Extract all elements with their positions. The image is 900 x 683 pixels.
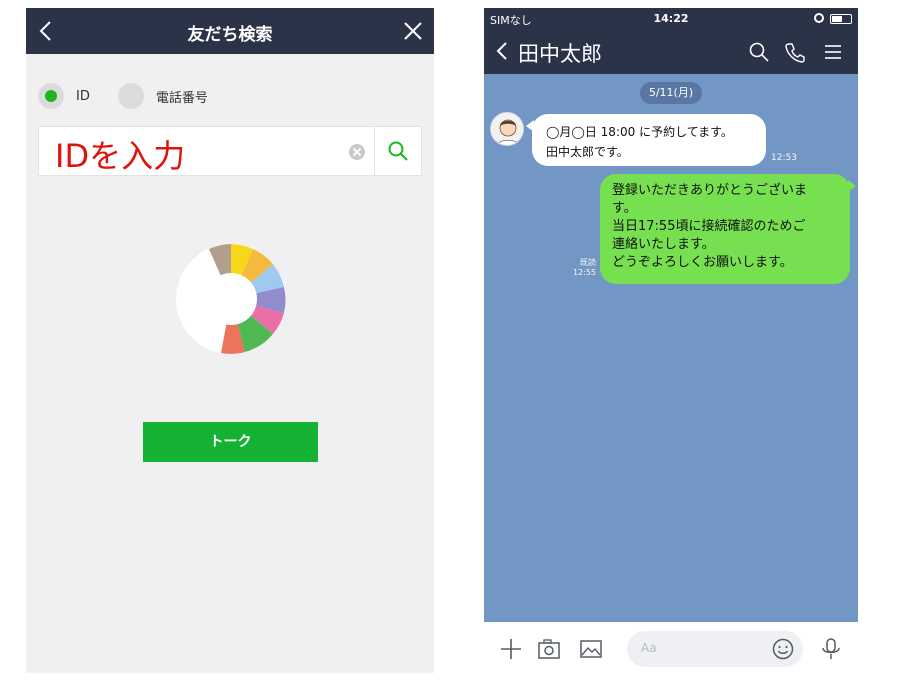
rotation-lock-icon [814, 13, 824, 23]
image-icon[interactable] [578, 636, 604, 662]
close-icon[interactable] [400, 18, 426, 44]
outgoing-line: 当日17:55頃に接続確認のためご [612, 219, 806, 234]
incoming-line-1: ◯月◯日 18:00 に予約してます。 [546, 125, 733, 139]
search-icon[interactable] [748, 41, 770, 63]
search-type-selector: ID 電話番号 [38, 82, 208, 110]
message-placeholder: Aa [641, 641, 657, 655]
id-search-field[interactable]: IDを入力 [38, 126, 422, 176]
clock: 14:22 [653, 12, 689, 25]
outgoing-line: どうぞよろしくお願いします。 [612, 255, 793, 270]
outgoing-line: 連絡いたします。 [612, 237, 715, 252]
chat-header: 田中太郎 [484, 30, 858, 74]
outgoing-line: す。 [612, 201, 637, 216]
option-phone-label: 電話番号 [155, 90, 208, 106]
page-title: 友だち検索 [187, 25, 273, 45]
menu-icon[interactable] [822, 41, 844, 63]
incoming-message[interactable]: ◯月◯日 18:00 に予約してます。 田中太郎です。 [526, 114, 766, 166]
back-chevron-icon[interactable] [490, 38, 516, 64]
outgoing-meta: 既読 12:55 [566, 258, 596, 278]
incoming-timestamp: 12:53 [771, 153, 797, 163]
status-bar: SIMなし 14:22 [484, 8, 858, 30]
message-input[interactable]: Aa [627, 631, 803, 667]
clear-icon[interactable] [349, 144, 365, 160]
message-composer: Aa [484, 622, 858, 678]
friend-search-screen: 友だち検索 ID 電話番号 IDを入力 トーク [26, 8, 434, 673]
nav-bar: 友だち検索 [26, 8, 434, 54]
emoji-icon[interactable] [771, 637, 795, 661]
date-divider: 5/11(月) [640, 82, 702, 104]
incoming-line-2: 田中太郎です。 [546, 145, 629, 159]
loading-spinner-icon [176, 244, 286, 354]
phone-icon[interactable] [784, 41, 806, 63]
chat-screen: SIMなし 14:22 田中太郎 5/11(月) ◯月◯日 18:00 に予約し… [484, 8, 858, 678]
talk-button[interactable]: トーク [143, 422, 318, 462]
outgoing-message[interactable]: 登録いただきありがとうございま す。 当日17:55頃に接続確認のためご 連絡い… [600, 174, 856, 284]
radio-id[interactable] [38, 83, 64, 109]
read-receipt: 既読 [580, 258, 596, 267]
plus-icon[interactable] [498, 636, 524, 662]
battery-icon [830, 14, 852, 24]
option-id-label: ID [76, 88, 90, 104]
camera-icon[interactable] [536, 636, 562, 662]
contact-avatar[interactable] [490, 112, 524, 146]
option-phone[interactable]: 電話番号 [117, 83, 208, 109]
search-icon[interactable] [387, 140, 409, 162]
radio-phone[interactable] [117, 83, 144, 109]
option-id[interactable]: ID [38, 83, 90, 109]
contact-name: 田中太郎 [518, 42, 602, 66]
microphone-icon[interactable] [818, 636, 844, 662]
search-input-value[interactable]: IDを入力 [55, 131, 185, 177]
outgoing-line: 登録いただきありがとうございま [612, 183, 808, 198]
divider [374, 127, 375, 175]
outgoing-timestamp: 12:55 [572, 268, 596, 277]
